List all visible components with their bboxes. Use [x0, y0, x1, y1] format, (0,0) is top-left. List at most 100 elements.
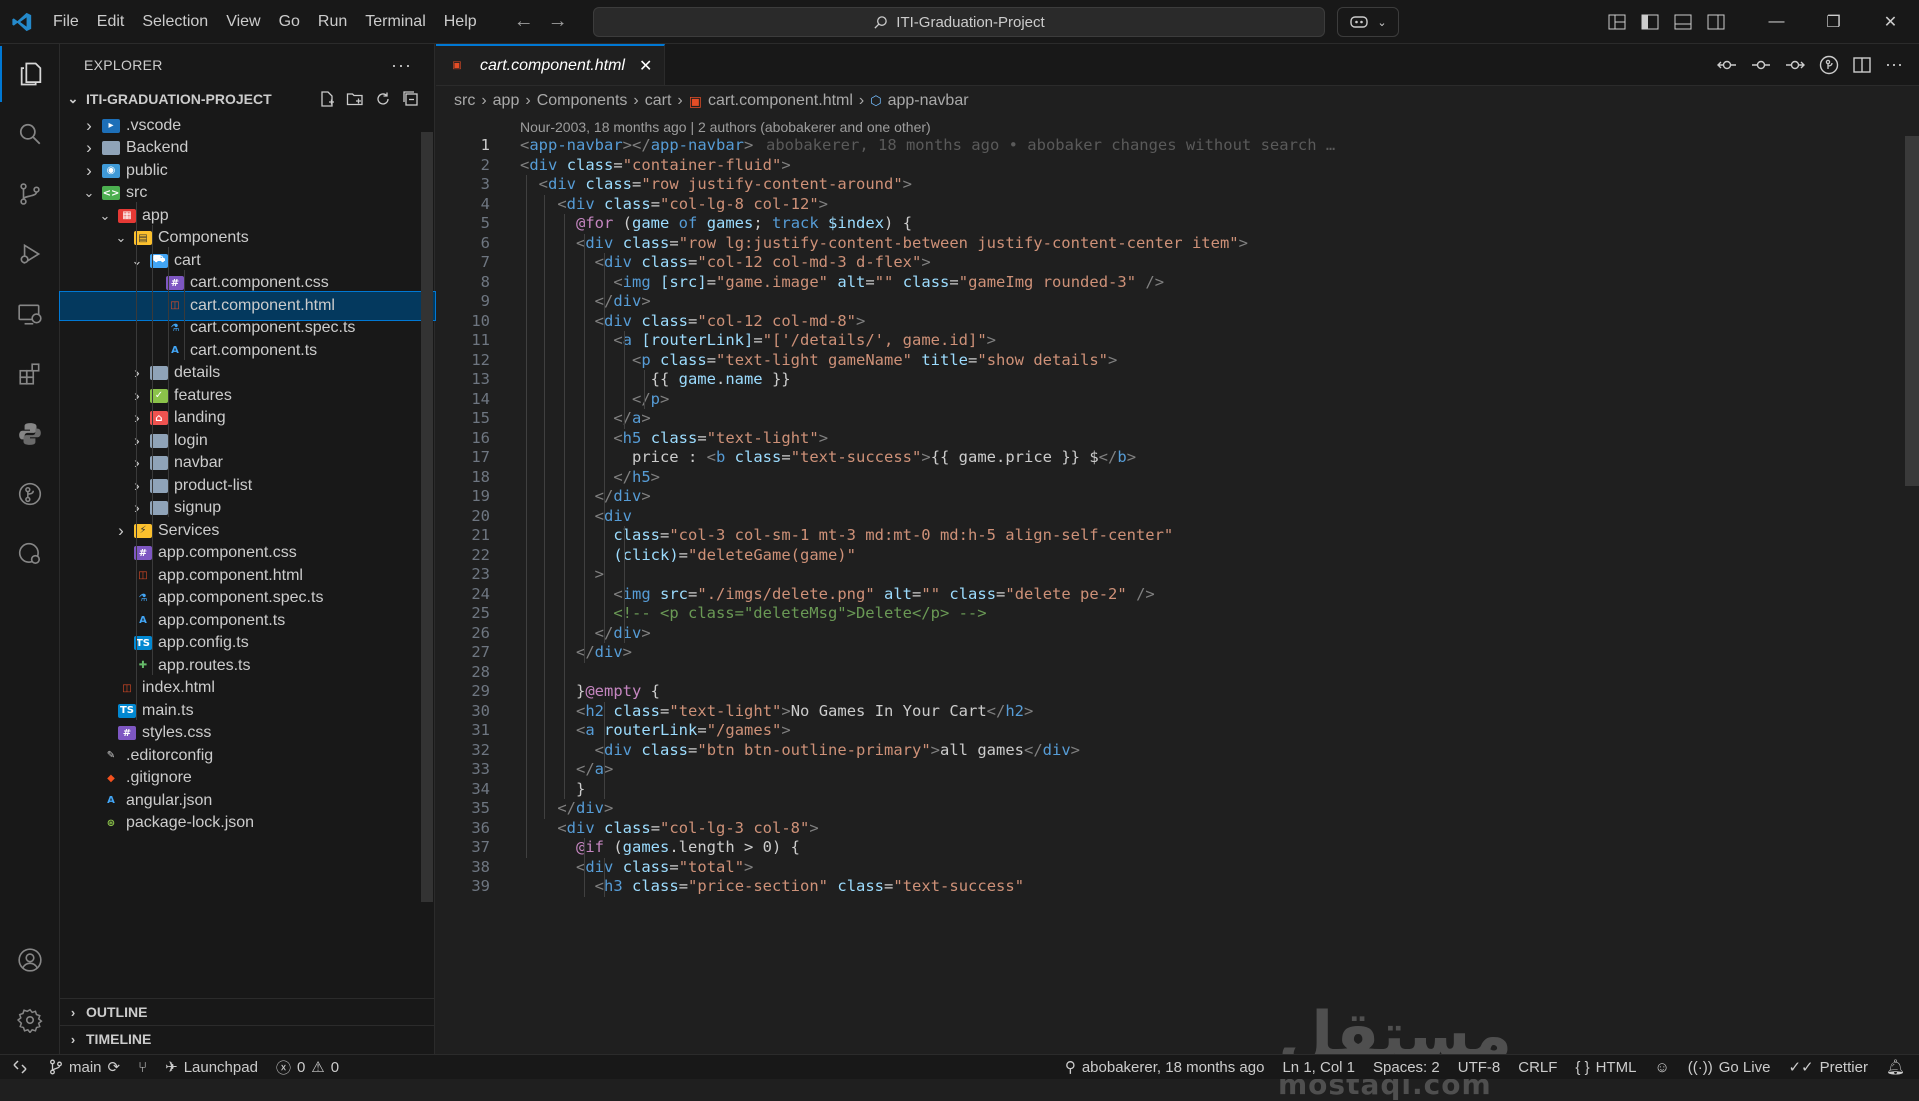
branch-indicator[interactable]: main ⟳	[40, 1055, 129, 1080]
code-line[interactable]: class="col-3 col-sm-1 mt-3 md:mt-0 md:h-…	[520, 526, 1173, 546]
code-line[interactable]: <div class="col-12 col-md-3 d-flex">	[520, 253, 931, 273]
problems-indicator[interactable]: ⓧ 0 ⚠ 0	[267, 1055, 348, 1080]
code-line[interactable]: </div>	[520, 799, 613, 819]
go-live-button[interactable]: ((·)) Go Live	[1679, 1055, 1780, 1080]
code-line[interactable]: <h2 class="text-light">No Games In Your …	[520, 702, 1033, 722]
encoding-status[interactable]: UTF-8	[1449, 1055, 1510, 1080]
menu-go[interactable]: Go	[270, 0, 309, 44]
minimize-button[interactable]: —	[1748, 0, 1805, 44]
breadcrumb-components[interactable]: Components	[537, 92, 628, 110]
menu-file[interactable]: File	[44, 0, 88, 44]
code-line[interactable]: </a>	[520, 409, 650, 429]
breadcrumb-symbol[interactable]: app-navbar	[888, 92, 969, 110]
gitlens-icon[interactable]	[0, 466, 60, 522]
settings-gear-icon[interactable]	[0, 992, 60, 1048]
code-line[interactable]: </p>	[520, 390, 669, 410]
split-editor-icon[interactable]	[1853, 56, 1871, 74]
run-debug-icon[interactable]	[0, 226, 60, 282]
blame-status[interactable]: ⚲ abobakerer, 18 months ago	[1056, 1055, 1274, 1080]
code-line[interactable]: </h5>	[520, 468, 660, 488]
more-actions-icon[interactable]: ···	[391, 55, 412, 76]
code-line[interactable]: <div class="col-lg-3 col-8">	[520, 819, 818, 839]
sidebar-scrollbar[interactable]	[421, 132, 433, 902]
code-line[interactable]: <h3 class="price-section" class="text-su…	[520, 877, 1024, 897]
close-tab-icon[interactable]: ✕	[639, 56, 652, 76]
gitlens-inspect-icon[interactable]	[0, 526, 60, 582]
code-line[interactable]: <a [routerLink]="['/details/', game.id]"…	[520, 331, 996, 351]
blame-codelens[interactable]: Nour-2003, 18 months ago | 2 authors (ab…	[436, 116, 1919, 138]
next-revision-icon[interactable]	[1785, 56, 1806, 74]
code-line[interactable]: <div class="row lg:justify-content-betwe…	[520, 234, 1248, 254]
forward-arrow-icon[interactable]: →	[548, 10, 568, 33]
menu-selection[interactable]: Selection	[133, 0, 217, 44]
code-line[interactable]: <a routerLink="/games">	[520, 721, 791, 741]
code-line[interactable]: </a>	[520, 760, 613, 780]
tree-item[interactable]: ⊛ package-lock.json	[60, 810, 435, 838]
breadcrumb-app[interactable]: app	[493, 92, 520, 110]
outline-section[interactable]: › OUTLINE	[60, 998, 435, 1025]
workspace-root[interactable]: ⌄ ITI-GRADUATION-PROJECT	[60, 86, 434, 112]
code-line[interactable]: <div class="row justify-content-around">	[520, 175, 912, 195]
customize-layout-icon[interactable]	[1600, 0, 1633, 44]
code-line[interactable]: <div	[520, 507, 632, 527]
code-line[interactable]: @if (games.length > 0) {	[520, 838, 800, 858]
code-line[interactable]: </div>	[520, 624, 651, 644]
code-line[interactable]: >	[520, 565, 604, 585]
gitlens-inspect-icon[interactable]	[1819, 55, 1839, 75]
accounts-icon[interactable]	[0, 932, 60, 988]
new-folder-icon[interactable]	[346, 90, 364, 108]
refresh-icon[interactable]	[374, 90, 392, 108]
back-arrow-icon[interactable]: ←	[514, 10, 534, 33]
code-line[interactable]: @for (game of games; track $index) {	[520, 214, 912, 234]
code-line[interactable]: }	[520, 780, 585, 800]
code-line[interactable]: <img src="./imgs/delete.png" alt="" clas…	[520, 585, 1154, 605]
code-line[interactable]: <div class="col-lg-8 col-12">	[520, 195, 828, 215]
code-line[interactable]: </div>	[520, 643, 632, 663]
breadcrumb-file[interactable]: cart.component.html	[708, 92, 853, 110]
extensions-icon[interactable]	[0, 346, 60, 402]
timeline-section[interactable]: › TIMELINE	[60, 1025, 435, 1052]
new-file-icon[interactable]	[318, 90, 336, 108]
indentation-status[interactable]: Spaces: 2	[1364, 1055, 1449, 1080]
collapse-all-icon[interactable]	[402, 90, 420, 108]
editor-scrollbar[interactable]	[1905, 136, 1919, 486]
code-line[interactable]: {{ game.name }}	[520, 370, 791, 390]
toggle-primary-sidebar-icon[interactable]	[1633, 0, 1666, 44]
code-line[interactable]: (click)="deleteGame(game)"	[520, 546, 856, 566]
remote-indicator[interactable]	[0, 1055, 40, 1080]
code-line[interactable]: </div>	[520, 292, 651, 312]
more-actions-icon[interactable]: ···	[1885, 54, 1903, 75]
copilot-button[interactable]: ⌄	[1337, 7, 1399, 37]
restore-button[interactable]: ❐	[1805, 0, 1862, 44]
language-mode[interactable]: { } HTML	[1566, 1055, 1645, 1080]
explorer-icon[interactable]	[0, 46, 60, 102]
menu-view[interactable]: View	[217, 0, 269, 44]
notifications-button[interactable]: 🔔︎	[1877, 1055, 1919, 1080]
code-line[interactable]: <app-navbar></app-navbar>	[520, 136, 753, 156]
remote-explorer-icon[interactable]	[0, 286, 60, 342]
breadcrumb-cart[interactable]: cart	[645, 92, 672, 110]
code-line[interactable]: <p class="text-light gameName" title="sh…	[520, 351, 1117, 371]
prettier-status[interactable]: ✓✓ Prettier	[1779, 1055, 1877, 1080]
code-line[interactable]: price : <b class="text-success">{{ game.…	[520, 448, 1136, 468]
menu-edit[interactable]: Edit	[88, 0, 134, 44]
open-changes-icon[interactable]	[1717, 56, 1737, 74]
python-icon[interactable]	[0, 406, 60, 462]
close-window-button[interactable]: ✕	[1862, 0, 1919, 44]
code-line[interactable]: <!-- <p class="deleteMsg">Delete</p> -->	[520, 604, 986, 624]
previous-revision-icon[interactable]	[1751, 56, 1771, 74]
code-line[interactable]: </div>	[520, 487, 651, 507]
cursor-position[interactable]: Ln 1, Col 1	[1273, 1055, 1364, 1080]
toggle-secondary-sidebar-icon[interactable]	[1699, 0, 1732, 44]
menu-help[interactable]: Help	[435, 0, 486, 44]
code-line[interactable]: <div class="col-12 col-md-8">	[520, 312, 866, 332]
launchpad-status[interactable]: ✈ Launchpad	[156, 1055, 267, 1080]
sync-icon[interactable]: ⟳	[108, 1058, 121, 1076]
code-line[interactable]: <h5 class="text-light">	[520, 429, 828, 449]
breadcrumb-src[interactable]: src	[454, 92, 475, 110]
toggle-panel-icon[interactable]	[1666, 0, 1699, 44]
gitlens-status[interactable]: ⑂	[129, 1055, 156, 1080]
code-line[interactable]: <img [src]="game.image" alt="" class="ga…	[520, 273, 1164, 293]
code-line[interactable]: }@empty {	[520, 682, 660, 702]
code-line[interactable]: <div class="total">	[520, 858, 753, 878]
